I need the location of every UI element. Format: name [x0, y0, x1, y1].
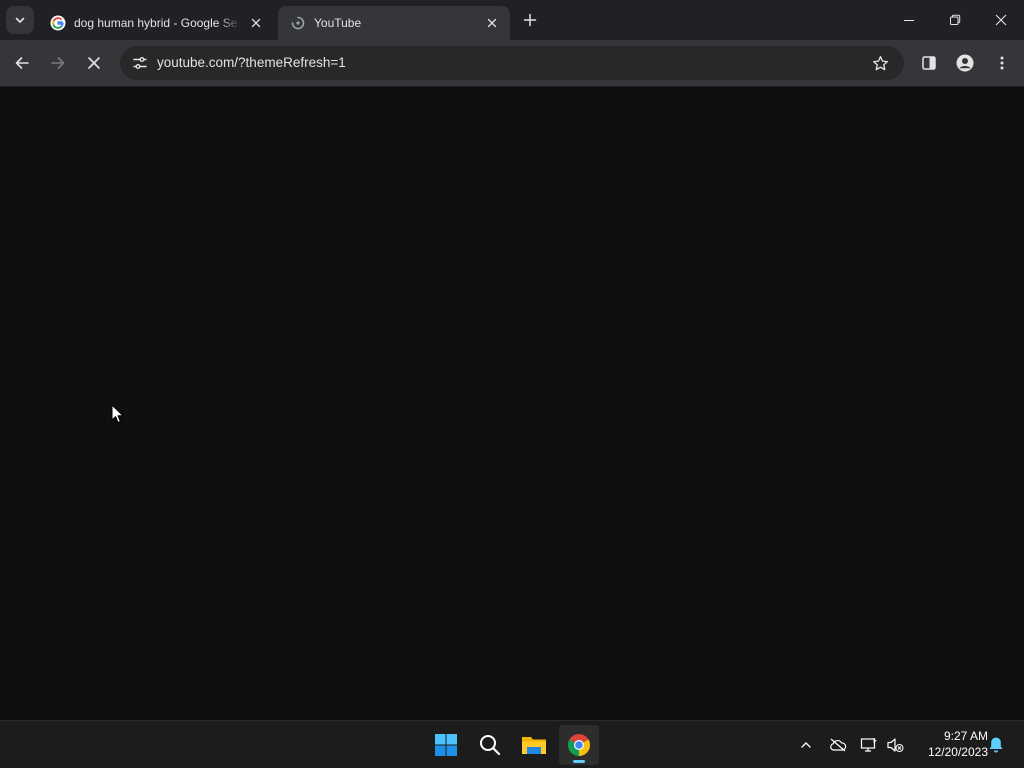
chevron-up-icon: [801, 742, 811, 748]
clock-time: 9:27 AM: [943, 729, 988, 743]
side-panel-icon: [922, 56, 936, 70]
profile-icon: [956, 54, 974, 72]
tab-search-button[interactable]: [6, 6, 34, 34]
active-app-indicator: [573, 760, 585, 763]
new-tab-button[interactable]: [518, 8, 542, 32]
loading-icon: [290, 15, 306, 31]
windows-start-icon: [435, 734, 457, 756]
site-info-icon: [133, 57, 147, 69]
file-explorer-button[interactable]: [514, 725, 554, 765]
taskbar-search-button[interactable]: [470, 725, 510, 765]
address-url: youtube.com/?themeRefresh=1: [157, 55, 346, 70]
onedrive-button[interactable]: [826, 733, 850, 757]
clock-date: 12/20/2023: [927, 745, 988, 759]
taskbar: 9:27 AM 12/20/2023: [0, 720, 1024, 768]
minimize-button[interactable]: [886, 0, 932, 40]
minimize-icon: [904, 20, 914, 21]
google-g-icon: [50, 15, 66, 31]
chevron-down-icon: [15, 17, 25, 23]
close-icon: [995, 14, 1007, 26]
notification-bell-icon: [989, 737, 1003, 753]
network-button[interactable]: [857, 733, 881, 757]
tab-title: YouTube: [314, 16, 362, 30]
address-bar[interactable]: youtube.com/?themeRefresh=1: [120, 46, 904, 80]
system-clock[interactable]: 9:27 AM 12/20/2023: [912, 728, 988, 760]
close-icon: [251, 18, 261, 28]
network-icon: [860, 738, 877, 752]
chrome-taskbar-button[interactable]: [559, 725, 599, 765]
show-hidden-icons-button[interactable]: [794, 733, 818, 757]
profile-button[interactable]: [949, 47, 981, 79]
tab-youtube[interactable]: YouTube: [278, 6, 510, 40]
file-explorer-icon: [522, 737, 546, 754]
tab-close-button[interactable]: [248, 15, 264, 31]
mouse-cursor-icon: [111, 404, 124, 423]
menu-icon: [1000, 56, 1004, 70]
page-content[interactable]: [0, 87, 1024, 720]
close-window-button[interactable]: [978, 0, 1024, 40]
tab-close-button[interactable]: [484, 15, 500, 31]
onedrive-offline-icon: [830, 738, 847, 752]
volume-button[interactable]: [883, 733, 907, 757]
chrome-icon: [568, 734, 590, 756]
notifications-button[interactable]: [984, 733, 1008, 757]
volume-muted-icon: [887, 738, 904, 752]
tab-google-search[interactable]: dog human hybrid - Google Se: [38, 6, 274, 40]
star-icon: [872, 55, 888, 70]
bookmark-button[interactable]: [864, 47, 896, 79]
browser-toolbar: youtube.com/?themeRefresh=1: [0, 40, 1024, 87]
back-button[interactable]: [6, 47, 38, 79]
restore-button[interactable]: [932, 0, 978, 40]
start-button[interactable]: [426, 725, 466, 765]
plus-icon: [523, 13, 537, 27]
stop-icon: [88, 57, 100, 69]
stop-button[interactable]: [78, 47, 110, 79]
forward-button[interactable]: [42, 47, 74, 79]
tab-strip: dog human hybrid - Google Se YouTube: [0, 0, 1024, 40]
back-icon: [15, 57, 29, 69]
site-info-button[interactable]: [124, 47, 156, 79]
forward-icon: [51, 57, 65, 69]
tab-title: dog human hybrid - Google Se: [74, 16, 238, 30]
menu-button[interactable]: [986, 47, 1018, 79]
browser-window: dog human hybrid - Google Se YouTube you…: [0, 0, 1024, 720]
restore-icon: [950, 14, 961, 25]
side-panel-button[interactable]: [913, 47, 945, 79]
close-icon: [487, 18, 497, 28]
search-icon: [480, 735, 501, 756]
